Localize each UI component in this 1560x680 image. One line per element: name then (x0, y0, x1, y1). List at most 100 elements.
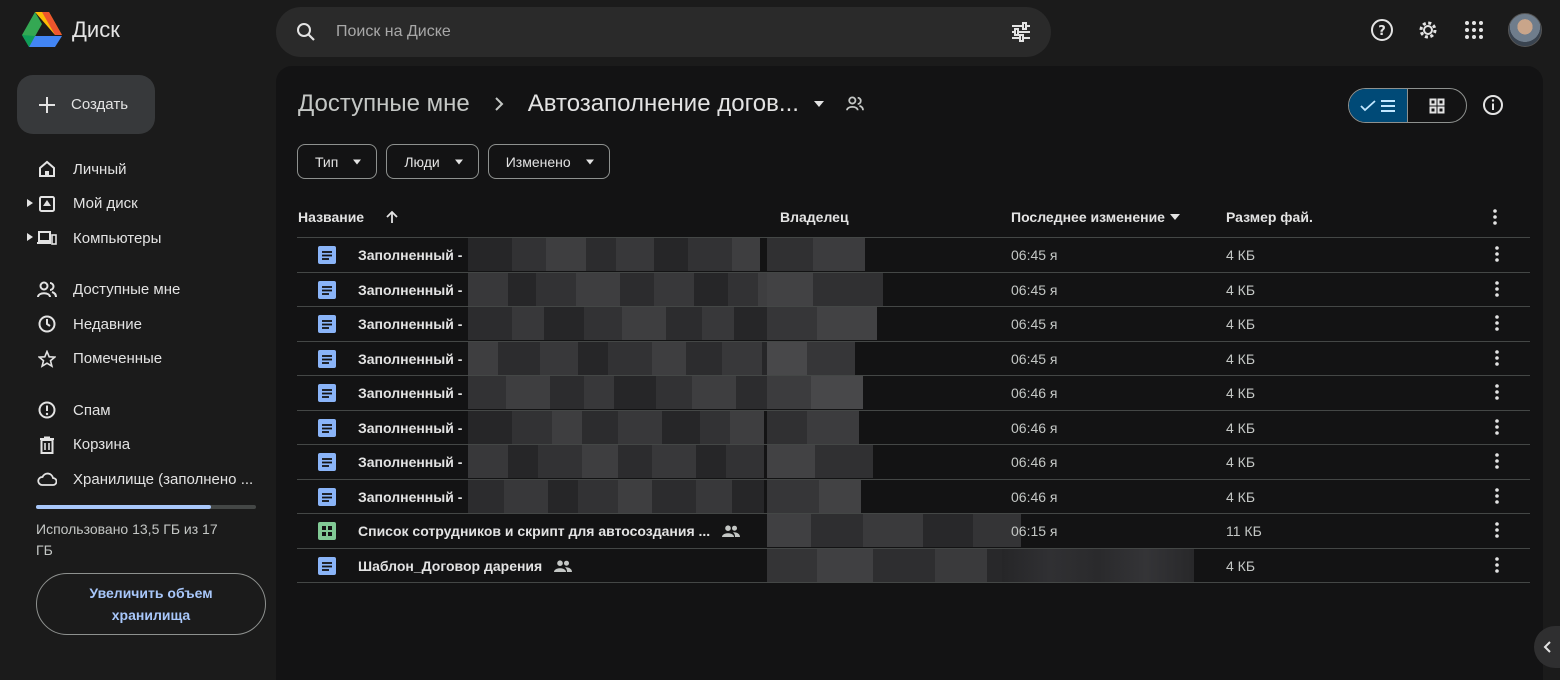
file-list: Заполненный - 06:45 я 4 КБ Заполненный - 06:… (297, 238, 1530, 583)
sort-ascending-arrow-icon[interactable] (386, 210, 398, 224)
sidebar-item-spam[interactable]: Спам (0, 393, 270, 428)
sidebar-item-label: Недавние (73, 315, 142, 333)
more-vert-icon[interactable] (1495, 384, 1499, 403)
more-vert-icon[interactable] (1495, 315, 1499, 334)
list-view-button[interactable] (1349, 89, 1408, 122)
account-avatar[interactable] (1508, 13, 1542, 47)
spam-icon (37, 400, 57, 420)
table-row[interactable]: Заполненный - 06:46 я 4 КБ (297, 445, 1530, 480)
expand-caret-icon[interactable] (27, 198, 33, 207)
chevron-left-icon (1543, 641, 1551, 653)
column-header-size[interactable]: Размер фай. (1226, 209, 1313, 225)
help-icon[interactable]: ? (1370, 18, 1394, 42)
table-row[interactable]: Заполненный - 06:45 я 4 КБ (297, 238, 1530, 273)
file-size: 11 КБ (1226, 523, 1262, 539)
file-name[interactable]: Список сотрудников и скрипт для автосозд… (358, 523, 741, 539)
computers-icon (37, 228, 57, 248)
table-row[interactable]: Заполненный - 06:45 я 4 КБ (297, 272, 1530, 307)
main-panel: Доступные мне Автозаполнение догов... Ти… (276, 66, 1543, 680)
shared-people-icon (722, 525, 741, 537)
more-vert-icon[interactable] (1495, 418, 1499, 438)
filter-type-chip[interactable]: Тип (297, 144, 378, 179)
breadcrumb-parent[interactable]: Доступные мне (298, 90, 470, 118)
table-row[interactable]: Заполненный - 06:45 я 4 КБ (297, 341, 1530, 376)
file-size: 4 КБ (1226, 419, 1256, 436)
more-vert-icon[interactable] (1495, 453, 1499, 472)
redacted-content (468, 410, 764, 444)
upgrade-storage-button[interactable]: Увеличить объем хранилища (36, 573, 266, 635)
file-name[interactable]: Заполненный - (358, 351, 462, 367)
breadcrumb-current[interactable]: Автозаполнение догов... (528, 90, 799, 118)
file-name[interactable]: Заполненный - (358, 385, 462, 401)
sidebar-item-starred[interactable]: Помеченные (0, 342, 270, 377)
search-options-icon[interactable] (1009, 20, 1033, 44)
docs-file-icon (318, 556, 336, 578)
column-header-owner[interactable]: Владелец (780, 209, 849, 225)
sidebar-item-label: Компьютеры (73, 229, 162, 247)
sidebar-item-shared[interactable]: Доступные мне (0, 273, 270, 308)
expand-caret-icon[interactable] (27, 233, 33, 241)
settings-gear-icon[interactable] (1416, 18, 1440, 42)
table-row[interactable]: Заполненный - 06:46 я 4 КБ (297, 479, 1530, 514)
docs-file-icon (318, 487, 336, 509)
file-name[interactable]: Заполненный - (358, 489, 462, 505)
table-row[interactable]: Список сотрудников и скрипт для автосозд… (297, 514, 1530, 549)
redacted-content (468, 376, 770, 409)
more-vert-icon[interactable] (1495, 246, 1499, 265)
sidebar-item-trash[interactable]: Корзина (0, 428, 270, 463)
sidebar-item-storage[interactable]: Хранилище (заполнено ... (0, 462, 270, 497)
file-size: 4 КБ (1226, 350, 1256, 367)
more-vert-icon[interactable] (1495, 487, 1499, 507)
home-icon (37, 159, 57, 179)
file-name-text: Заполненный - (358, 350, 463, 367)
file-modified: 06:45 я (1011, 350, 1058, 367)
file-name[interactable]: Заполненный - (358, 282, 462, 298)
file-name[interactable]: Заполненный - (358, 454, 462, 470)
more-vert-icon[interactable] (1495, 349, 1499, 369)
table-row[interactable]: Заполненный - 06:46 я 4 КБ (297, 410, 1530, 445)
sidebar-item-label: Помеченные (73, 350, 163, 368)
filter-people-chip[interactable]: Люди (386, 144, 479, 179)
info-icon[interactable] (1482, 94, 1504, 116)
drive-logo-icon (22, 12, 62, 47)
filter-modified-chip[interactable]: Изменено (487, 144, 610, 179)
sidebar-item-personal[interactable]: Личный (0, 152, 270, 187)
grid-view-button[interactable] (1408, 89, 1466, 122)
drive-logo[interactable]: Диск (22, 12, 120, 48)
table-row[interactable]: Заполненный - 06:45 я 4 КБ (297, 307, 1530, 342)
file-modified: 06:45 я (1011, 281, 1058, 298)
file-name[interactable]: Заполненный - (358, 316, 462, 332)
sidebar-item-recent[interactable]: Недавние (0, 307, 270, 342)
storage-usage-fill (36, 505, 211, 509)
file-name[interactable]: Заполненный - (358, 247, 462, 263)
app-title: Диск (72, 17, 120, 42)
file-name[interactable]: Шаблон_Договор дарения (358, 558, 573, 574)
sidebar-item-computers[interactable]: Компьютеры (0, 221, 270, 256)
apps-grid-icon[interactable] (1462, 18, 1486, 42)
more-vert-icon[interactable] (1493, 209, 1497, 228)
breadcrumb-separator-icon (494, 90, 504, 118)
file-name[interactable]: Заполненный - (358, 420, 462, 436)
create-button[interactable]: Создать (17, 75, 155, 134)
column-header-modified[interactable]: Последнее изменение (1011, 209, 1181, 225)
search-bar[interactable] (276, 7, 1051, 57)
more-vert-icon[interactable] (1495, 556, 1499, 576)
docs-file-icon (318, 280, 336, 302)
search-icon[interactable] (294, 20, 318, 44)
view-toggle (1348, 88, 1467, 123)
search-input[interactable] (336, 17, 976, 47)
more-vert-icon[interactable] (1495, 522, 1499, 541)
file-name-text: Список сотрудников и скрипт для автосозд… (358, 523, 711, 539)
redacted-content (468, 238, 760, 271)
redacted-content (468, 307, 818, 340)
sidebar-item-my-drive[interactable]: Мой диск (0, 187, 270, 222)
file-size: 4 КБ (1226, 454, 1256, 470)
table-row[interactable]: Заполненный - 06:46 я 4 КБ (297, 376, 1530, 411)
chevron-down-icon (353, 159, 362, 164)
more-vert-icon[interactable] (1495, 280, 1499, 300)
sort-dropdown-icon[interactable] (1169, 213, 1181, 221)
folder-menu-dropdown-icon[interactable] (813, 100, 825, 108)
table-row[interactable]: Шаблон_Договор дарения 4 КБ (297, 548, 1530, 583)
column-header-name[interactable]: Название (298, 209, 398, 225)
shared-icon (37, 280, 57, 300)
